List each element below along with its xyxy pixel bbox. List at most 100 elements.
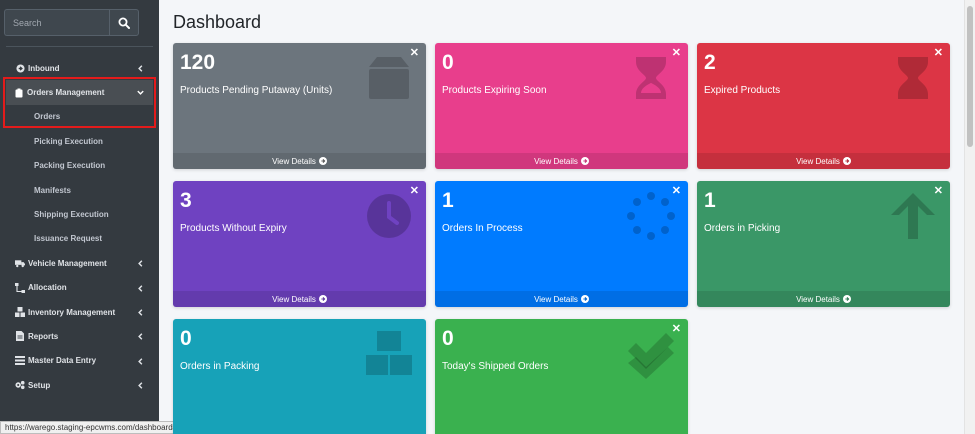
chevron-left-icon — [138, 309, 143, 316]
card-label: Today's Shipped Orders — [442, 361, 549, 372]
sidebar-nav: Inbound Orders Management Orders Picking… — [0, 56, 159, 397]
sidebar-subitem-issuance-request[interactable]: Issuance Request — [0, 227, 159, 251]
sidebar-item-setup[interactable]: Setup — [0, 373, 159, 397]
card-pending-putaway: ✕ 120 Products Pending Putaway (Units) V… — [173, 43, 426, 169]
close-icon[interactable]: ✕ — [672, 184, 681, 197]
card-without-expiry: ✕ 3 Products Without Expiry View Details — [173, 181, 426, 307]
close-icon[interactable]: ✕ — [934, 46, 943, 59]
sidebar-item-allocation[interactable]: Allocation — [0, 276, 159, 300]
boxes-icon — [366, 331, 412, 375]
sidebar-item-reports[interactable]: Reports — [0, 324, 159, 348]
card-value: 1 — [442, 189, 454, 212]
view-details-label: View Details — [534, 294, 578, 304]
sidebar-item-label: Master Data Entry — [28, 356, 97, 366]
truck-icon — [15, 258, 25, 268]
close-icon[interactable]: ✕ — [934, 184, 943, 197]
view-details-label: View Details — [272, 156, 316, 166]
view-details-label: View Details — [796, 156, 840, 166]
arrow-circle-right-icon — [842, 157, 851, 165]
sidebar-item-master-data-entry[interactable]: Master Data Entry — [0, 349, 159, 373]
sidebar-item-label: Allocation — [28, 283, 67, 293]
close-icon[interactable]: ✕ — [410, 184, 419, 197]
search-icon — [118, 17, 130, 29]
card-value: 0 — [442, 327, 454, 350]
sidebar-subitem-orders[interactable]: Orders — [6, 105, 153, 129]
chevron-left-icon — [138, 284, 143, 292]
card-value: 2 — [704, 51, 716, 74]
card-label: Products Expiring Soon — [442, 85, 547, 96]
view-details-link[interactable]: View Details — [173, 291, 426, 307]
card-expired-products: ✕ 2 Expired Products View Details — [697, 43, 950, 169]
sidebar-item-label: Vehicle Management — [28, 258, 107, 268]
sidebar-subitem-manifests[interactable]: Manifests — [0, 178, 159, 202]
sidebar-subitem-picking-execution[interactable]: Picking Execution — [0, 129, 159, 153]
sidebar-item-inventory-management[interactable]: Inventory Management — [0, 300, 159, 324]
sidebar-item-label: Manifests — [34, 185, 71, 195]
status-url-bar: https://warego.staging-epcwms.com/dashbo… — [0, 421, 183, 434]
view-details-link[interactable]: View Details — [435, 291, 688, 307]
card-orders-in-picking: ✕ 1 Orders in Picking View Details — [697, 181, 950, 307]
view-details-link[interactable]: View Details — [697, 153, 950, 169]
sitemap-icon — [15, 282, 25, 293]
hourglass-icon — [636, 57, 666, 99]
clipboard-icon — [14, 88, 24, 98]
close-icon[interactable]: ✕ — [410, 46, 419, 59]
close-icon[interactable]: ✕ — [672, 46, 681, 59]
sidebar-item-label: Inventory Management — [28, 307, 116, 317]
chevron-left-icon — [138, 382, 143, 389]
sidebar-item-label: Packing Execution — [34, 161, 106, 171]
card-orders-in-packing: 0 Orders in Packing — [173, 319, 426, 434]
circle-arrow-icon — [15, 63, 25, 73]
chevron-left-icon — [138, 65, 143, 72]
card-todays-shipped-orders: ✕ 0 Today's Shipped Orders — [435, 319, 688, 434]
sidebar-search — [4, 9, 139, 36]
card-value: 0 — [442, 51, 454, 74]
card-label: Expired Products — [704, 85, 781, 96]
sidebar-item-vehicle-management[interactable]: Vehicle Management — [0, 251, 159, 275]
card-orders-in-process: ✕ 1 Orders In Process View Details — [435, 181, 688, 307]
card-label: Orders In Process — [442, 223, 523, 234]
view-details-link[interactable]: View Details — [697, 291, 950, 307]
sidebar-subitem-packing-execution[interactable]: Packing Execution — [0, 154, 159, 178]
view-details-link[interactable]: View Details — [435, 153, 688, 169]
spinner-icon — [627, 192, 675, 240]
search-button[interactable] — [109, 9, 139, 36]
view-details-link[interactable]: View Details — [173, 153, 426, 169]
list-icon — [15, 356, 25, 366]
sidebar-item-inbound[interactable]: Inbound — [0, 56, 159, 80]
arrow-circle-right-icon — [318, 295, 327, 303]
card-value: 120 — [180, 51, 216, 74]
view-details-label: View Details — [272, 294, 316, 304]
arrow-circle-right-icon — [318, 157, 327, 165]
card-label: Orders in Packing — [180, 361, 260, 372]
sidebar-item-orders-management[interactable]: Orders Management — [6, 80, 153, 105]
arrow-circle-right-icon — [580, 157, 589, 165]
chevron-left-icon — [138, 357, 143, 365]
box-icon — [369, 57, 409, 99]
search-input[interactable] — [4, 9, 109, 36]
sidebar-subitem-shipping-execution[interactable]: Shipping Execution — [0, 202, 159, 226]
sidebar-item-label: Orders Management — [27, 88, 105, 98]
sidebar-item-label: Picking Execution — [34, 136, 103, 146]
sidebar-item-label: Orders — [34, 112, 61, 122]
view-details-label: View Details — [534, 156, 578, 166]
cogs-icon — [15, 380, 25, 390]
arrow-up-icon — [891, 193, 935, 239]
page-title: Dashboard — [173, 12, 262, 32]
sidebar-item-label: Shipping Execution — [34, 210, 109, 220]
clock-icon — [367, 194, 411, 238]
close-icon[interactable]: ✕ — [672, 322, 681, 335]
sidebar-item-label: Setup — [28, 380, 51, 390]
sidebar-item-label: Issuance Request — [34, 234, 103, 244]
scrollbar-thumb[interactable] — [967, 6, 973, 147]
view-details-label: View Details — [796, 294, 840, 304]
card-label: Products Pending Putaway (Units) — [180, 85, 333, 96]
chevron-left-icon — [138, 260, 143, 267]
card-value: 0 — [180, 327, 192, 350]
file-icon — [15, 331, 25, 342]
page-scrollbar[interactable] — [964, 0, 975, 434]
card-expiring-soon: ✕ 0 Products Expiring Soon View Details — [435, 43, 688, 169]
card-label: Products Without Expiry — [180, 223, 287, 234]
chevron-left-icon — [138, 333, 143, 341]
boxes-icon — [15, 307, 25, 318]
